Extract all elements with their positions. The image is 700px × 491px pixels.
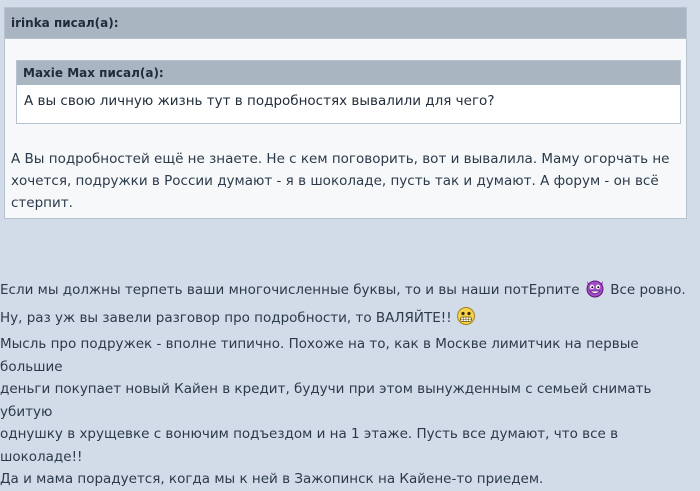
- outer-quote: irinka писал(а): Maxie Max писал(а): А в…: [4, 7, 687, 219]
- inner-quote-author: Maxie Max писал(а):: [17, 61, 680, 85]
- reply-line-1-start: Если мы должны терпеть ваши многочисленн…: [0, 282, 580, 298]
- reply-line: Да и мама порадуется, когда мы к ней в З…: [0, 471, 544, 487]
- outer-quote-text: А Вы подробностей ещё не знаете. Не с ке…: [11, 148, 683, 214]
- devil-grin-smiley-icon: [584, 278, 606, 306]
- inner-quote: Maxie Max писал(а): А вы свою личную жиз…: [16, 60, 681, 124]
- inner-quote-text: А вы свою личную жизнь тут в подробностя…: [24, 93, 495, 109]
- reply-line-1-end: Все ровно.: [610, 282, 686, 298]
- reply-line: однушку в хрущевке с вонючим подъездом и…: [0, 426, 619, 465]
- reply-line-2-text: Ну, раз уж вы завели разговор про подроб…: [0, 309, 452, 326]
- outer-quote-line: хочется, подружки в России думают - я в …: [11, 173, 659, 189]
- reply-line: Мысль про подружек - вполне типично. Пох…: [0, 336, 639, 375]
- outer-quote-author: irinka писал(а):: [5, 8, 686, 39]
- reply-line-2: Ну, раз уж вы завели разговор про подроб…: [0, 306, 700, 334]
- reply-text: Если мы должны терпеть ваши многочисленн…: [0, 278, 700, 491]
- reply-line: деньги покупает новый Кайен в кредит, бу…: [0, 381, 652, 420]
- outer-quote-line: стерпит.: [11, 195, 73, 211]
- big-grin-smiley-icon: [456, 306, 476, 334]
- outer-quote-line: А Вы подробностей ещё не знаете. Не с ке…: [11, 151, 670, 167]
- reply-line-1: Если мы должны терпеть ваши многочисленн…: [0, 278, 700, 306]
